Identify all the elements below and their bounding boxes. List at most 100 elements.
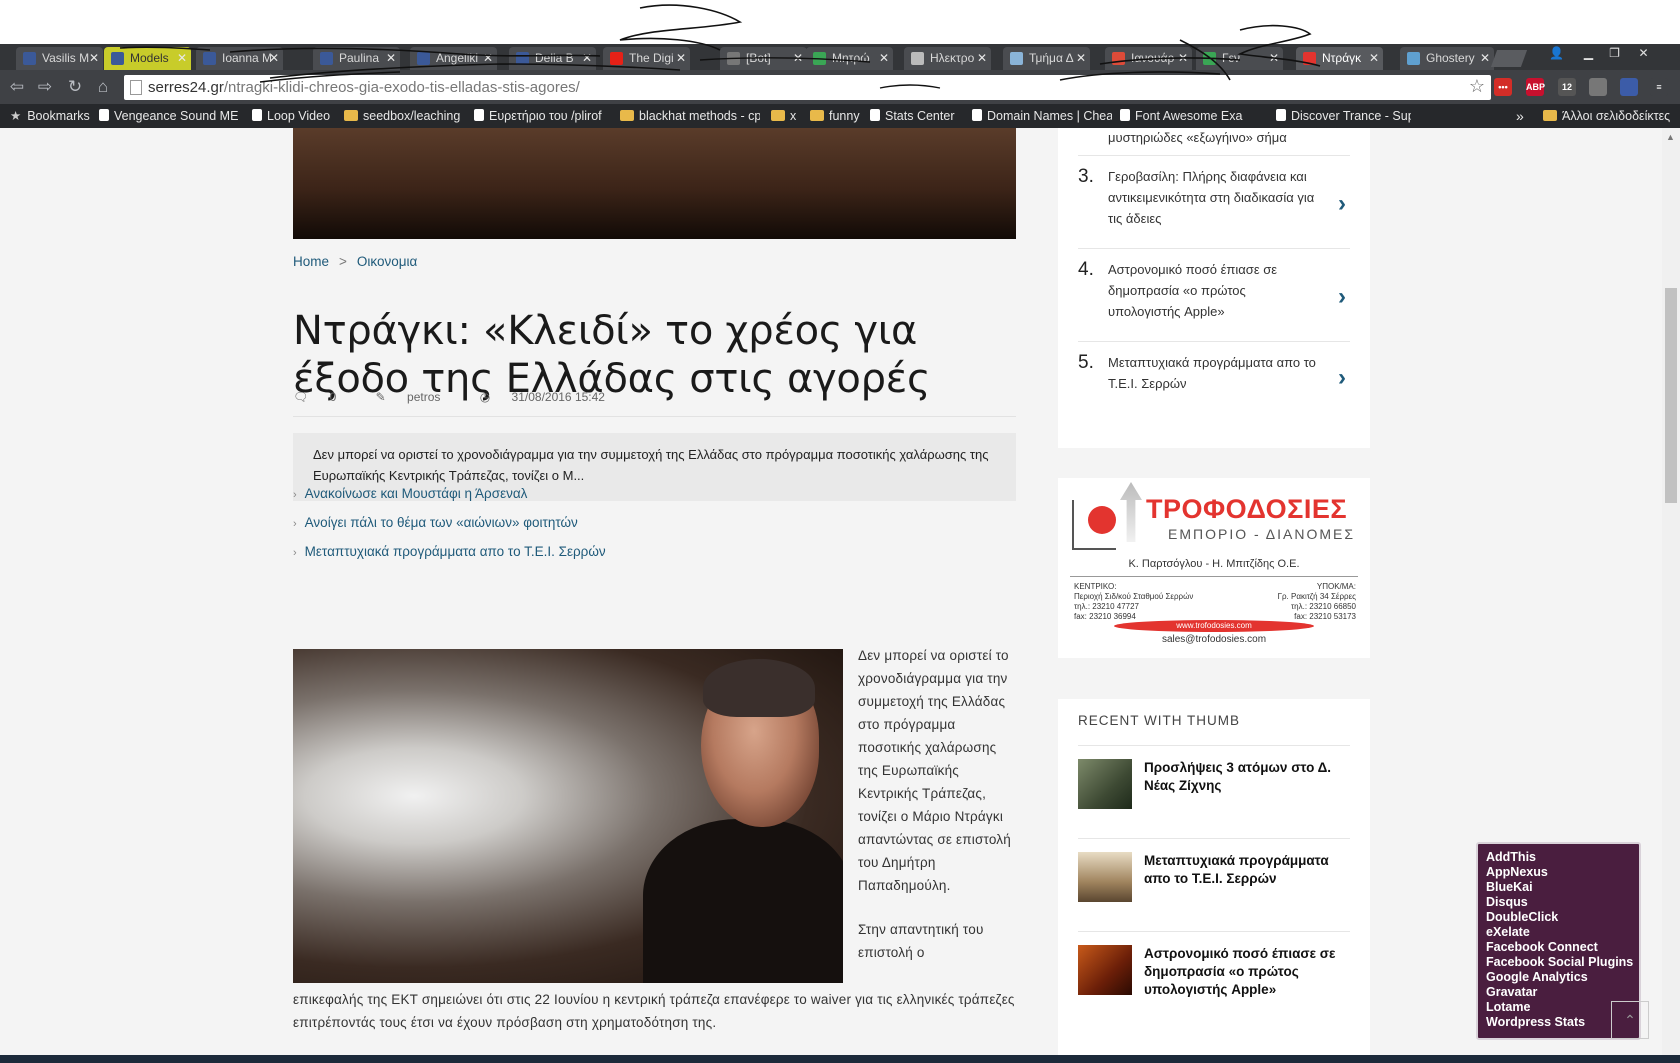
bookmark-item[interactable]: Domain Names | Chea xyxy=(972,104,1112,128)
tracker-name[interactable]: DoubleClick xyxy=(1486,910,1631,925)
tracker-name[interactable]: Disqus xyxy=(1486,895,1631,910)
scroll-up-arrow-icon[interactable]: ▲ xyxy=(1666,132,1675,142)
tab-close-icon[interactable]: ✕ xyxy=(1076,47,1086,70)
close-window-icon[interactable]: ✕ xyxy=(1630,44,1657,62)
comments-count[interactable]: 🗨 0 xyxy=(293,390,354,404)
bookmark-item[interactable]: Vengeance Sound ME xyxy=(99,104,239,128)
profile-icon[interactable]: 👤 xyxy=(1543,44,1570,62)
popular-item[interactable]: 4. Αστρονομικό ποσό έπιασε σε δημοπρασία… xyxy=(1078,248,1350,341)
bookmarks-more-button[interactable]: » xyxy=(1516,104,1524,128)
page-scrollbar[interactable]: ▲ xyxy=(1662,128,1680,1055)
page-icon xyxy=(972,109,982,121)
recent-item[interactable]: Προσλήψεις 3 ατόμων στο Δ. Νέας Ζίχνης xyxy=(1078,745,1350,838)
forward-arrow-icon[interactable]: ⇨ xyxy=(34,77,56,97)
bookmark-star-icon[interactable]: ☆ xyxy=(1469,76,1485,97)
recent-item[interactable]: Μεταπτυχιακά προγράμματα απο το Τ.Ε.Ι. Σ… xyxy=(1078,838,1350,931)
new-tab-button[interactable] xyxy=(1490,50,1528,67)
tab[interactable]: Angeliki ✕ xyxy=(410,47,497,70)
tracker-name[interactable]: eXelate xyxy=(1486,925,1631,940)
tracker-name[interactable]: Wordpress Stats xyxy=(1486,1015,1631,1030)
tab-close-icon[interactable]: ✕ xyxy=(386,47,396,70)
address-bar[interactable]: serres24.gr/ntragki-klidi-chreos-gia-exo… xyxy=(124,75,1491,100)
extension-icon[interactable] xyxy=(1589,78,1607,96)
scrollbar-thumb[interactable] xyxy=(1665,288,1677,503)
lastpass-icon[interactable]: ••• xyxy=(1494,78,1512,96)
tab-close-icon[interactable]: ✕ xyxy=(177,47,187,70)
recent-item[interactable]: Αστρονομικό ποσό έπιασε σε δημοπρασία «ο… xyxy=(1078,931,1350,1028)
tab[interactable]: The Digi ✕ xyxy=(603,47,690,70)
adblock-icon[interactable]: ABP xyxy=(1526,78,1545,96)
tab-close-icon[interactable]: ✕ xyxy=(676,47,686,70)
bookmark-item[interactable]: Stats Center xyxy=(870,104,965,128)
related-link[interactable]: › Μεταπτυχιακά προγράμματα απο το Τ.Ε.Ι. … xyxy=(293,544,606,559)
tab[interactable]: Vasilis M ✕ xyxy=(16,47,103,70)
url-text[interactable]: serres24.gr/ntragki-klidi-chreos-gia-exo… xyxy=(148,79,580,96)
recent-thumbnail[interactable] xyxy=(1078,945,1132,995)
tracker-name[interactable]: Facebook Social Plugins xyxy=(1486,955,1633,970)
home-icon[interactable]: ⌂ xyxy=(92,77,114,97)
tab[interactable]: [Bot] ✕ xyxy=(720,47,807,70)
tab[interactable]: Τμήμα Δ ✕ xyxy=(1003,47,1090,70)
tracker-name[interactable]: AppNexus xyxy=(1486,865,1631,880)
comments-number: 0 xyxy=(329,390,337,404)
bookmark-item[interactable]: blackhat methods - cp xyxy=(620,104,760,128)
back-arrow-icon[interactable]: ⇦ xyxy=(6,77,28,97)
flag-icon[interactable] xyxy=(1620,78,1638,96)
tracker-name[interactable]: Google Analytics xyxy=(1486,970,1631,985)
tab[interactable]: Γεν ✕ xyxy=(1196,47,1283,70)
ghostery-icon[interactable]: 12 xyxy=(1558,78,1576,96)
tab[interactable]: Paulina ✕ xyxy=(313,47,400,70)
bookmark-item[interactable]: Discover Trance - Sup xyxy=(1276,104,1411,128)
tab-close-icon[interactable]: ✕ xyxy=(582,47,592,70)
related-link[interactable]: › Ανακοίνωσε και Μουστάφι η Άρσεναλ xyxy=(293,486,527,501)
tab-close-icon[interactable]: ✕ xyxy=(793,47,803,70)
tracker-name[interactable]: Facebook Connect xyxy=(1486,940,1631,955)
tracker-name[interactable]: Gravatar xyxy=(1486,985,1631,1000)
bookmark-item[interactable]: funny xyxy=(810,104,868,128)
tab-close-icon[interactable]: ✕ xyxy=(977,47,987,70)
tab-close-icon[interactable]: ✕ xyxy=(269,47,279,70)
tab-close-icon[interactable]: ✕ xyxy=(1178,47,1188,70)
tab[interactable]: Μητρώ ✕ xyxy=(806,47,893,70)
bookmark-item[interactable]: Font Awesome Exa xyxy=(1120,104,1265,128)
tab-close-icon[interactable]: ✕ xyxy=(89,47,99,70)
tab-close-icon[interactable]: ✕ xyxy=(483,47,493,70)
tab[interactable]: Ντράγκ ✕ xyxy=(1296,47,1383,70)
popular-item[interactable]: 5. Μεταπτυχιακά προγράμματα απο το Τ.Ε.Ι… xyxy=(1078,341,1350,422)
related-link[interactable]: › Ανοίγει πάλι το θέμα των «αιώνιων» φοιτ… xyxy=(293,515,578,530)
popular-item-text[interactable]: μυστηριώδες «εξωγήινο» σήμα xyxy=(1108,130,1287,145)
bookmark-item[interactable]: x xyxy=(771,104,801,128)
tab[interactable]: Ιανουάρ ✕ xyxy=(1105,47,1192,70)
recent-thumbnail[interactable] xyxy=(1078,852,1132,902)
scroll-to-top-button[interactable]: ⌃ xyxy=(1611,1001,1649,1039)
breadcrumb-category-link[interactable]: Οικονομια xyxy=(357,254,417,269)
author[interactable]: ✎ petros xyxy=(376,390,459,404)
bookmark-item[interactable]: seedbox/leaching xyxy=(344,104,466,128)
bookmark-item[interactable]: Ευρετήριο του /plirof xyxy=(474,104,614,128)
tracker-name[interactable]: AddThis xyxy=(1486,850,1631,865)
advertisement-banner[interactable]: ΤΡΟΦΟΔΟΣΙΕΣ ΕΜΠΟΡΙΟ - ΔΙΑΝΟΜΕΣ Κ. Παρτσό… xyxy=(1058,478,1370,658)
tab-close-icon[interactable]: ✕ xyxy=(1480,47,1490,70)
tab[interactable]: Ηλεκτρο ✕ xyxy=(904,47,991,70)
tab-close-icon[interactable]: ✕ xyxy=(879,47,889,70)
tab[interactable]: Models ✕ xyxy=(104,47,191,70)
page-icon xyxy=(99,109,109,121)
tracker-name[interactable]: Lotame xyxy=(1486,1000,1631,1015)
tab-close-icon[interactable]: ✕ xyxy=(1369,47,1379,70)
bookmark-item[interactable]: ★ Bookmarks xyxy=(10,104,95,128)
tab[interactable]: Ioanna M ✕ xyxy=(196,47,283,70)
recent-thumbnail[interactable] xyxy=(1078,759,1132,809)
popular-item[interactable]: 3. Γεροβασίλη: Πλήρης διαφάνεια και αντι… xyxy=(1078,155,1350,248)
menu-icon[interactable]: ≡ xyxy=(1650,78,1668,96)
minimize-icon[interactable]: ▁ xyxy=(1575,44,1602,62)
tab-favicon-icon xyxy=(111,52,124,65)
reload-icon[interactable]: ↻ xyxy=(64,77,86,97)
other-bookmarks-folder[interactable]: Άλλοι σελιδοδείκτες xyxy=(1543,104,1670,128)
tab[interactable]: Ghostery ✕ xyxy=(1400,47,1494,70)
tab-close-icon[interactable]: ✕ xyxy=(1269,47,1279,70)
breadcrumb-home-link[interactable]: Home xyxy=(293,254,329,269)
bookmark-item[interactable]: Loop Video xyxy=(252,104,337,128)
tab[interactable]: Delia B ✕ xyxy=(509,47,596,70)
maximize-icon[interactable]: ❐ xyxy=(1601,44,1628,62)
tracker-name[interactable]: BlueKai xyxy=(1486,880,1631,895)
